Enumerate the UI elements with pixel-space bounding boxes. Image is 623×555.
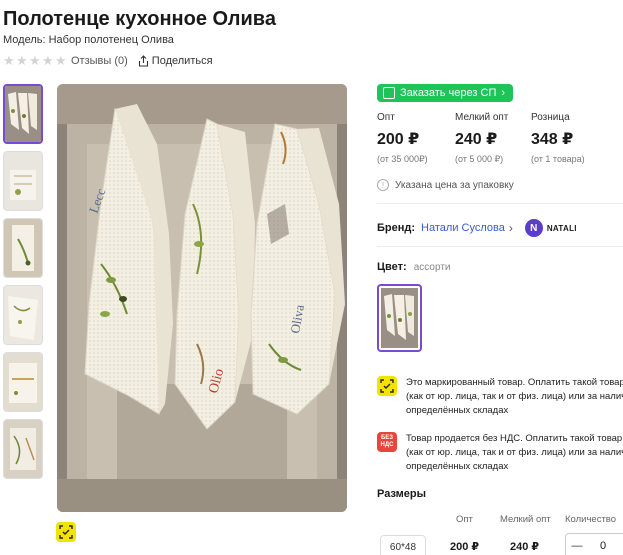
rating-stars[interactable]: ★ ★ ★ ★ ★ [3,53,67,68]
info-icon: ! [377,179,389,191]
marking-notice: Это маркированный товар. Оплатить такой … [377,376,623,418]
star-icon: ★ [16,53,28,68]
color-key: Цвет: [377,261,407,273]
color-swatch-assorted[interactable] [377,284,422,352]
cart-icon [383,87,395,99]
price-label: Опт [377,112,395,123]
sizes-title: Размеры [377,488,427,500]
price-note-text: Указана цена за упаковку [395,179,514,191]
no-vat-icon: БЕЗ НДС [377,432,397,452]
thumbnail-strip [3,84,45,486]
order-button-label: Заказать через СП [400,87,497,99]
sizes-header-qty: Количество [565,514,617,525]
price-value: 348 ₽ [531,131,574,148]
quantity-stepper[interactable]: — 0 [565,533,623,555]
thumbnail-1[interactable] [3,84,43,144]
marking-icon[interactable] [56,522,76,542]
size-price-opt: 200 ₽ [450,541,480,553]
price-note: ! Указана цена за упаковку [377,179,514,191]
rating-row: ★ ★ ★ ★ ★ Отзывы (0) Поделиться [3,53,213,68]
price-label: Мелкий опт [455,112,509,123]
price-threshold: (от 5 000 ₽) [455,154,504,164]
quantity-value[interactable]: 0 [588,540,618,552]
share-label: Поделиться [151,55,213,67]
price-small-opt: Мелкий опт 240 ₽ (от 5 000 ₽) [455,112,531,165]
price-opt: Опт 200 ₽ (от 35 000₽) [377,112,455,165]
thumbnail-3[interactable] [3,218,43,278]
color-value: ассорти [413,262,451,273]
price-retail: Розница 348 ₽ (от 1 товара) [531,112,611,165]
brand-key: Бренд: [377,222,416,234]
marking-notice-text: Это маркированный товар. Оплатить такой … [406,376,623,418]
quantity-decrement-button[interactable]: — [566,540,588,552]
thumbnail-6[interactable] [3,419,43,479]
size-price-small-opt: 240 ₽ [510,541,540,553]
notice-line: Это маркированный товар. Оплатить такой … [406,377,623,388]
product-title: Полотенце кухонное Олива [3,8,276,30]
brand-row: Бренд: Натали Суслова › N NATALI [377,219,577,237]
brand-logo-text: NATALI [546,223,577,233]
notice-line: (как от юр. лица, так и от физ. лица) ил… [406,391,623,402]
notice-line: Товар продается без НДС. Оплатить такой … [406,433,623,444]
sizes-header-small-opt: Мелкий опт [500,514,551,525]
price-table: Опт 200 ₽ (от 35 000₽) Мелкий опт 240 ₽ … [377,112,611,165]
brand-link[interactable]: Натали Суслова [421,222,505,234]
price-value: 200 ₽ [377,131,420,148]
star-icon: ★ [3,53,15,68]
share-icon [138,55,148,67]
no-vat-notice-text: Товар продается без НДС. Оплатить такой … [406,432,623,474]
order-via-sp-button[interactable]: Заказать через СП › [377,84,514,102]
main-product-photo[interactable]: Lecc Olio Oliva [57,84,347,512]
price-threshold: (от 35 000₽) [377,154,428,164]
marking-icon [377,376,397,396]
divider [377,246,623,247]
brand-logo[interactable]: N NATALI [524,219,577,237]
notice-line: (как от юр. лица, так и от физ. лица) ил… [406,447,623,458]
notice-line: определённых складах [406,461,509,472]
chevron-right-icon: › [501,87,506,99]
thumbnail-5[interactable] [3,352,43,412]
sizes-header-opt: Опт [456,514,473,525]
star-icon: ★ [42,53,54,68]
star-icon: ★ [29,53,41,68]
color-row: Цвет: ассорти [377,261,451,273]
size-option[interactable]: 60*48 [380,535,426,555]
price-value: 240 ₽ [455,131,498,148]
divider [377,203,623,204]
star-icon: ★ [55,53,67,68]
chevron-right-icon: › [508,221,513,235]
share-button[interactable]: Поделиться [138,55,213,67]
notice-line: определённых складах [406,405,509,416]
price-label: Розница [531,112,570,123]
thumbnail-2[interactable] [3,151,43,211]
no-vat-notice: БЕЗ НДС Товар продается без НДС. Оплатит… [377,432,623,474]
brand-logo-icon: N [524,219,543,237]
thumbnail-4[interactable] [3,285,43,345]
reviews-link[interactable]: Отзывы (0) [71,55,128,67]
product-model: Модель: Набор полотенец Олива [3,34,174,46]
price-threshold: (от 1 товара) [531,154,585,164]
